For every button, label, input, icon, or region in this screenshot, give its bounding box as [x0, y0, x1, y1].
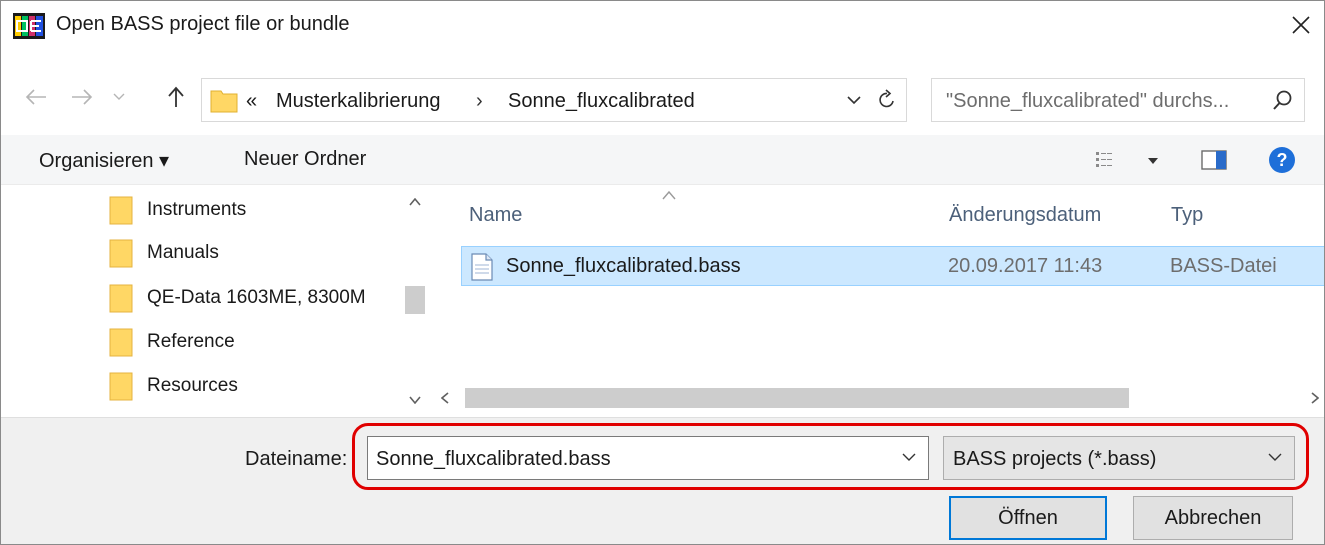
up-button[interactable]	[163, 81, 189, 113]
chevron-down-icon	[1268, 453, 1282, 461]
breadcrumb-item[interactable]: Musterkalibrierung	[276, 90, 441, 113]
file-row[interactable]: Sonne_fluxcalibrated.bass 20.09.2017 11:…	[461, 246, 1324, 286]
filename-value[interactable]: Sonne_fluxcalibrated.bass	[376, 448, 611, 471]
view-details-icon[interactable]	[1095, 150, 1115, 170]
nav-item-reference[interactable]: Reference	[109, 322, 235, 362]
window-title: Open BASS project file or bundle	[56, 13, 350, 35]
title-bar: Open BASS project file or bundle	[1, 1, 1324, 49]
bottom-panel: Dateiname: Sonne_fluxcalibrated.bass BAS…	[1, 417, 1324, 544]
forward-button[interactable]	[67, 81, 97, 113]
arrow-left-icon	[25, 89, 46, 105]
chevron-down-icon	[113, 93, 125, 100]
file-date: 20.09.2017 11:43	[948, 255, 1103, 277]
open-file-dialog: Open BASS project file or bundle « Muste…	[0, 0, 1325, 545]
nav-item-label: Instruments	[147, 199, 247, 220]
breadcrumb-item[interactable]: Sonne_fluxcalibrated	[508, 90, 695, 113]
navigation-pane: Instruments Manuals QE-Data 1603ME, 8300…	[1, 186, 429, 416]
search-input[interactable]: "Sonne_fluxcalibrated" durchs...	[931, 78, 1305, 122]
nav-item-label: Resources	[147, 375, 238, 396]
column-header-type[interactable]: Typ	[1171, 204, 1203, 227]
scroll-down-icon[interactable]	[409, 396, 421, 404]
file-list-horizontal-scrollbar[interactable]	[431, 384, 1324, 412]
scroll-up-icon[interactable]	[409, 198, 421, 206]
file-list-scroll-thumb[interactable]	[465, 388, 1129, 408]
address-bar[interactable]: « Musterkalibrierung › Sonne_fluxcalibra…	[201, 78, 907, 122]
chevron-down-icon[interactable]	[844, 89, 864, 111]
filename-combobox[interactable]: Sonne_fluxcalibrated.bass	[367, 436, 929, 480]
command-toolbar: Organisieren ▾ Neuer Ordner ?	[1, 135, 1324, 185]
svg-text:?: ?	[1277, 150, 1288, 170]
nav-item-manuals[interactable]: Manuals	[109, 233, 219, 273]
breadcrumb-separator-icon[interactable]: ›	[476, 90, 483, 113]
folder-icon	[109, 284, 133, 313]
nav-item-label: QE-Data 1603ME, 8300M	[147, 287, 366, 308]
chevron-down-icon[interactable]	[902, 452, 916, 462]
app-logo-icon	[13, 13, 45, 39]
document-icon	[471, 253, 493, 281]
folder-icon	[109, 328, 133, 357]
folder-icon	[210, 90, 238, 113]
file-type: BASS-Datei	[1170, 255, 1277, 277]
close-button[interactable]	[1278, 1, 1324, 49]
navigation-bar: « Musterkalibrierung › Sonne_fluxcalibra…	[1, 65, 1324, 135]
nav-item-label: Manuals	[147, 242, 219, 263]
refresh-icon[interactable]	[876, 89, 898, 111]
nav-vertical-scrollbar[interactable]	[402, 186, 429, 416]
nav-scroll-thumb[interactable]	[405, 286, 425, 314]
folder-icon	[109, 415, 133, 416]
arrow-right-icon	[72, 89, 93, 105]
folder-icon	[109, 196, 133, 225]
recent-locations-button[interactable]	[109, 81, 129, 113]
cancel-button[interactable]: Abbrechen	[1133, 496, 1293, 540]
nav-item-label: Reference	[147, 331, 235, 352]
new-folder-button[interactable]: Neuer Ordner	[244, 148, 366, 171]
close-icon	[1292, 16, 1310, 34]
file-name: Sonne_fluxcalibrated.bass	[506, 255, 741, 277]
folder-icon	[109, 239, 133, 268]
search-icon	[1273, 90, 1292, 110]
folder-icon	[109, 372, 133, 401]
organize-menu-button[interactable]: Organisieren ▾	[39, 148, 169, 173]
filename-label: Dateiname:	[245, 448, 348, 470]
nav-item-partial[interactable]	[109, 410, 147, 416]
column-header-date[interactable]: Änderungsdatum	[949, 204, 1101, 227]
file-list: Name Änderungsdatum Typ Sonne_fluxcalibr…	[431, 186, 1324, 416]
filetype-select[interactable]: BASS projects (*.bass)	[943, 436, 1295, 480]
column-header-name[interactable]: Name	[469, 204, 522, 227]
open-button[interactable]: Öffnen	[949, 496, 1107, 540]
breadcrumb-overflow[interactable]: «	[246, 90, 257, 113]
scroll-left-icon[interactable]	[441, 392, 449, 404]
sort-ascending-icon	[662, 190, 676, 200]
scroll-right-icon[interactable]	[1311, 392, 1319, 404]
preview-pane-icon[interactable]	[1201, 149, 1227, 171]
back-button[interactable]	[21, 81, 51, 113]
nav-item-qe-data[interactable]: QE-Data 1603ME, 8300M	[109, 278, 366, 318]
filetype-value: BASS projects (*.bass)	[953, 448, 1157, 470]
arrow-up-icon	[168, 86, 184, 107]
nav-item-instruments[interactable]: Instruments	[109, 190, 246, 230]
chevron-down-icon[interactable]	[1147, 157, 1159, 165]
help-icon[interactable]: ?	[1268, 146, 1296, 174]
search-placeholder: "Sonne_fluxcalibrated" durchs...	[946, 90, 1230, 112]
nav-item-resources[interactable]: Resources	[109, 366, 238, 406]
